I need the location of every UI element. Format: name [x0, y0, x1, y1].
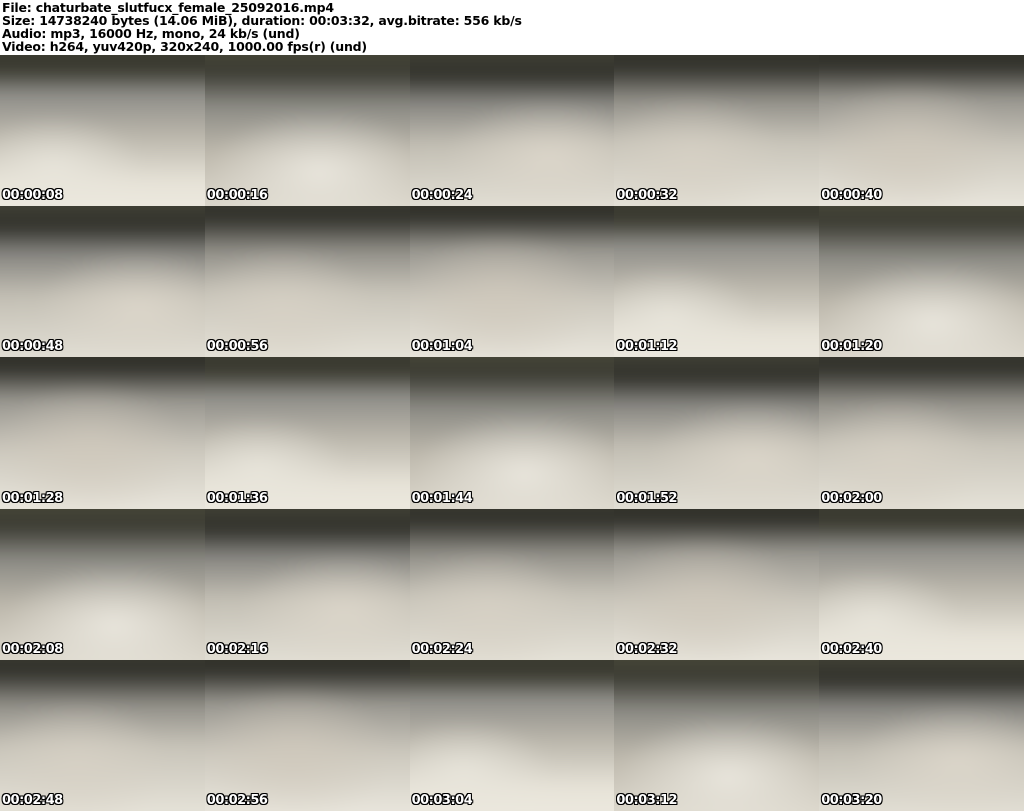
video-thumbnail: 00:03:12 [614, 659, 820, 811]
video-thumbnail: 00:02:48 [0, 659, 205, 811]
video-thumbnail: 00:01:28 [0, 357, 205, 509]
thumbnail-placeholder-image [204, 508, 410, 660]
video-thumbnail: 00:02:08 [0, 508, 205, 660]
video-contact-sheet: File: chaturbate_slutfucx_female_2509201… [0, 0, 1024, 811]
timestamp-overlay: 00:00:48 [2, 339, 63, 355]
thumbnail-grid: 00:00:08 00:00:16 00:00:24 00:00:32 00:00:40… [0, 55, 1024, 811]
video-thumbnail: 00:02:00 [819, 357, 1024, 509]
timestamp-overlay: 00:00:32 [616, 188, 678, 204]
thumbnail-placeholder-image [409, 206, 615, 358]
video-thumbnail: 00:00:32 [614, 55, 820, 207]
timestamp-overlay: 00:01:28 [2, 490, 63, 506]
thumbnail-placeholder-image [819, 357, 1024, 509]
thumbnail-placeholder-image [204, 55, 410, 207]
timestamp-overlay: 00:02:32 [616, 641, 678, 657]
timestamp-overlay: 00:00:40 [821, 188, 882, 204]
video-thumbnail: 00:00:08 [0, 55, 205, 207]
video-thumbnail: 00:00:24 [409, 55, 615, 207]
video-thumbnail: 00:00:40 [819, 55, 1024, 207]
thumbnail-placeholder-image [614, 659, 820, 811]
thumbnail-placeholder-image [0, 206, 205, 358]
video-thumbnail: 00:03:20 [819, 659, 1024, 811]
thumbnail-placeholder-image [409, 55, 615, 207]
timestamp-overlay: 00:02:40 [821, 641, 882, 657]
timestamp-overlay: 00:03:04 [411, 792, 473, 808]
thumbnail-placeholder-image [0, 659, 205, 811]
thumbnail-placeholder-image [204, 206, 410, 358]
thumbnail-placeholder-image [819, 659, 1024, 811]
timestamp-overlay: 00:01:20 [821, 339, 882, 355]
thumbnail-placeholder-image [614, 206, 820, 358]
timestamp-overlay: 00:02:48 [2, 792, 63, 808]
thumbnail-placeholder-image [0, 55, 205, 207]
timestamp-overlay: 00:00:56 [206, 339, 268, 355]
thumbnail-placeholder-image [819, 508, 1024, 660]
timestamp-overlay: 00:02:56 [206, 792, 268, 808]
video-thumbnail: 00:00:48 [0, 206, 205, 358]
video-thumbnail: 00:02:56 [204, 659, 410, 811]
video-thumbnail: 00:02:32 [614, 508, 820, 660]
video-thumbnail: 00:02:24 [409, 508, 615, 660]
file-info-line-video: Video: h264, yuv420p, 320x240, 1000.00 f… [2, 39, 367, 54]
thumbnail-placeholder-image [614, 508, 820, 660]
video-thumbnail: 00:01:36 [204, 357, 410, 509]
thumbnail-placeholder-image [409, 659, 615, 811]
timestamp-overlay: 00:01:04 [411, 339, 473, 355]
thumbnail-placeholder-image [409, 508, 615, 660]
timestamp-overlay: 00:01:36 [206, 490, 268, 506]
video-thumbnail: 00:03:04 [409, 659, 615, 811]
thumbnail-placeholder-image [819, 55, 1024, 207]
timestamp-overlay: 00:02:24 [411, 641, 473, 657]
timestamp-overlay: 00:03:12 [616, 792, 678, 808]
thumbnail-placeholder-image [614, 55, 820, 207]
timestamp-overlay: 00:00:24 [411, 188, 473, 204]
thumbnail-placeholder-image [0, 357, 205, 509]
timestamp-overlay: 00:01:44 [411, 490, 473, 506]
video-thumbnail: 00:02:40 [819, 508, 1024, 660]
timestamp-overlay: 00:00:08 [2, 188, 63, 204]
timestamp-overlay: 00:03:20 [821, 792, 882, 808]
thumbnail-placeholder-image [0, 508, 205, 660]
file-info-header: File: chaturbate_slutfucx_female_2509201… [0, 0, 1024, 55]
thumbnail-placeholder-image [614, 357, 820, 509]
timestamp-overlay: 00:00:16 [206, 188, 268, 204]
video-thumbnail: 00:02:16 [204, 508, 410, 660]
timestamp-overlay: 00:02:16 [206, 641, 268, 657]
video-thumbnail: 00:01:52 [614, 357, 820, 509]
thumbnail-placeholder-image [204, 659, 410, 811]
video-thumbnail: 00:01:20 [819, 206, 1024, 358]
thumbnail-placeholder-image [204, 357, 410, 509]
timestamp-overlay: 00:02:08 [2, 641, 63, 657]
video-thumbnail: 00:00:16 [204, 55, 410, 207]
video-thumbnail: 00:01:44 [409, 357, 615, 509]
timestamp-overlay: 00:01:12 [616, 339, 678, 355]
thumbnail-placeholder-image [409, 357, 615, 509]
video-thumbnail: 00:01:04 [409, 206, 615, 358]
video-thumbnail: 00:01:12 [614, 206, 820, 358]
video-thumbnail: 00:00:56 [204, 206, 410, 358]
timestamp-overlay: 00:02:00 [821, 490, 882, 506]
timestamp-overlay: 00:01:52 [616, 490, 678, 506]
thumbnail-placeholder-image [819, 206, 1024, 358]
